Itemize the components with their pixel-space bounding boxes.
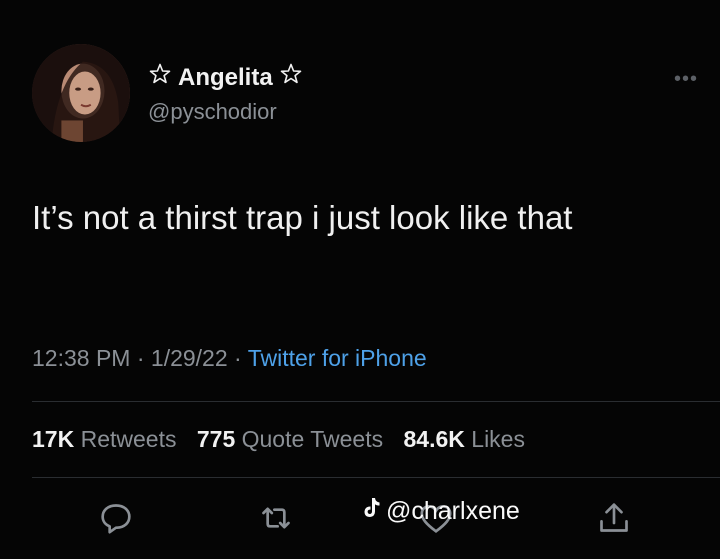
tiktok-watermark: @charlxene bbox=[360, 496, 520, 527]
likes-stat[interactable]: 84.6K Likes bbox=[404, 426, 525, 452]
likes-label: Likes bbox=[471, 426, 525, 452]
retweets-stat[interactable]: 17K Retweets bbox=[32, 426, 176, 452]
meta-separator: · bbox=[234, 345, 242, 371]
reply-icon[interactable] bbox=[96, 498, 136, 538]
tweet-time[interactable]: 12:38 PM bbox=[32, 345, 130, 371]
retweets-count: 17K bbox=[32, 426, 75, 452]
more-options-icon[interactable]: ••• bbox=[674, 68, 698, 91]
display-name: Angelita bbox=[178, 63, 273, 91]
retweet-icon[interactable] bbox=[256, 498, 296, 538]
retweets-label: Retweets bbox=[80, 426, 177, 452]
tweet-source-link[interactable]: Twitter for iPhone bbox=[248, 345, 427, 371]
tiktok-icon bbox=[360, 496, 382, 527]
divider bbox=[32, 477, 720, 478]
tweet-card: Angelita @pyschodior ••• It’s not a thir… bbox=[0, 0, 720, 559]
avatar-photo bbox=[32, 44, 130, 142]
divider bbox=[32, 401, 720, 402]
display-name-row[interactable]: Angelita bbox=[148, 62, 303, 93]
tweet-text: It’s not a thirst trap i just look like … bbox=[32, 199, 573, 236]
share-icon[interactable] bbox=[594, 498, 634, 538]
quotes-label: Quote Tweets bbox=[241, 426, 384, 452]
star-outline-icon bbox=[279, 62, 303, 93]
quotes-count: 775 bbox=[196, 426, 236, 452]
tweet-date[interactable]: 1/29/22 bbox=[151, 345, 228, 371]
watermark-handle: @charlxene bbox=[386, 497, 520, 525]
star-outline-icon bbox=[148, 62, 172, 93]
likes-count: 84.6K bbox=[403, 426, 465, 452]
avatar[interactable] bbox=[32, 44, 130, 142]
quote-tweets-stat[interactable]: 775 Quote Tweets bbox=[197, 426, 383, 452]
tweet-meta: 12:38 PM · 1/29/22 · Twitter for iPhone bbox=[32, 345, 427, 372]
meta-separator: · bbox=[136, 345, 145, 371]
user-handle[interactable]: @pyschodior bbox=[148, 99, 277, 125]
tweet-stats: 17K Retweets 775 Quote Tweets 84.6K Like… bbox=[32, 426, 525, 453]
